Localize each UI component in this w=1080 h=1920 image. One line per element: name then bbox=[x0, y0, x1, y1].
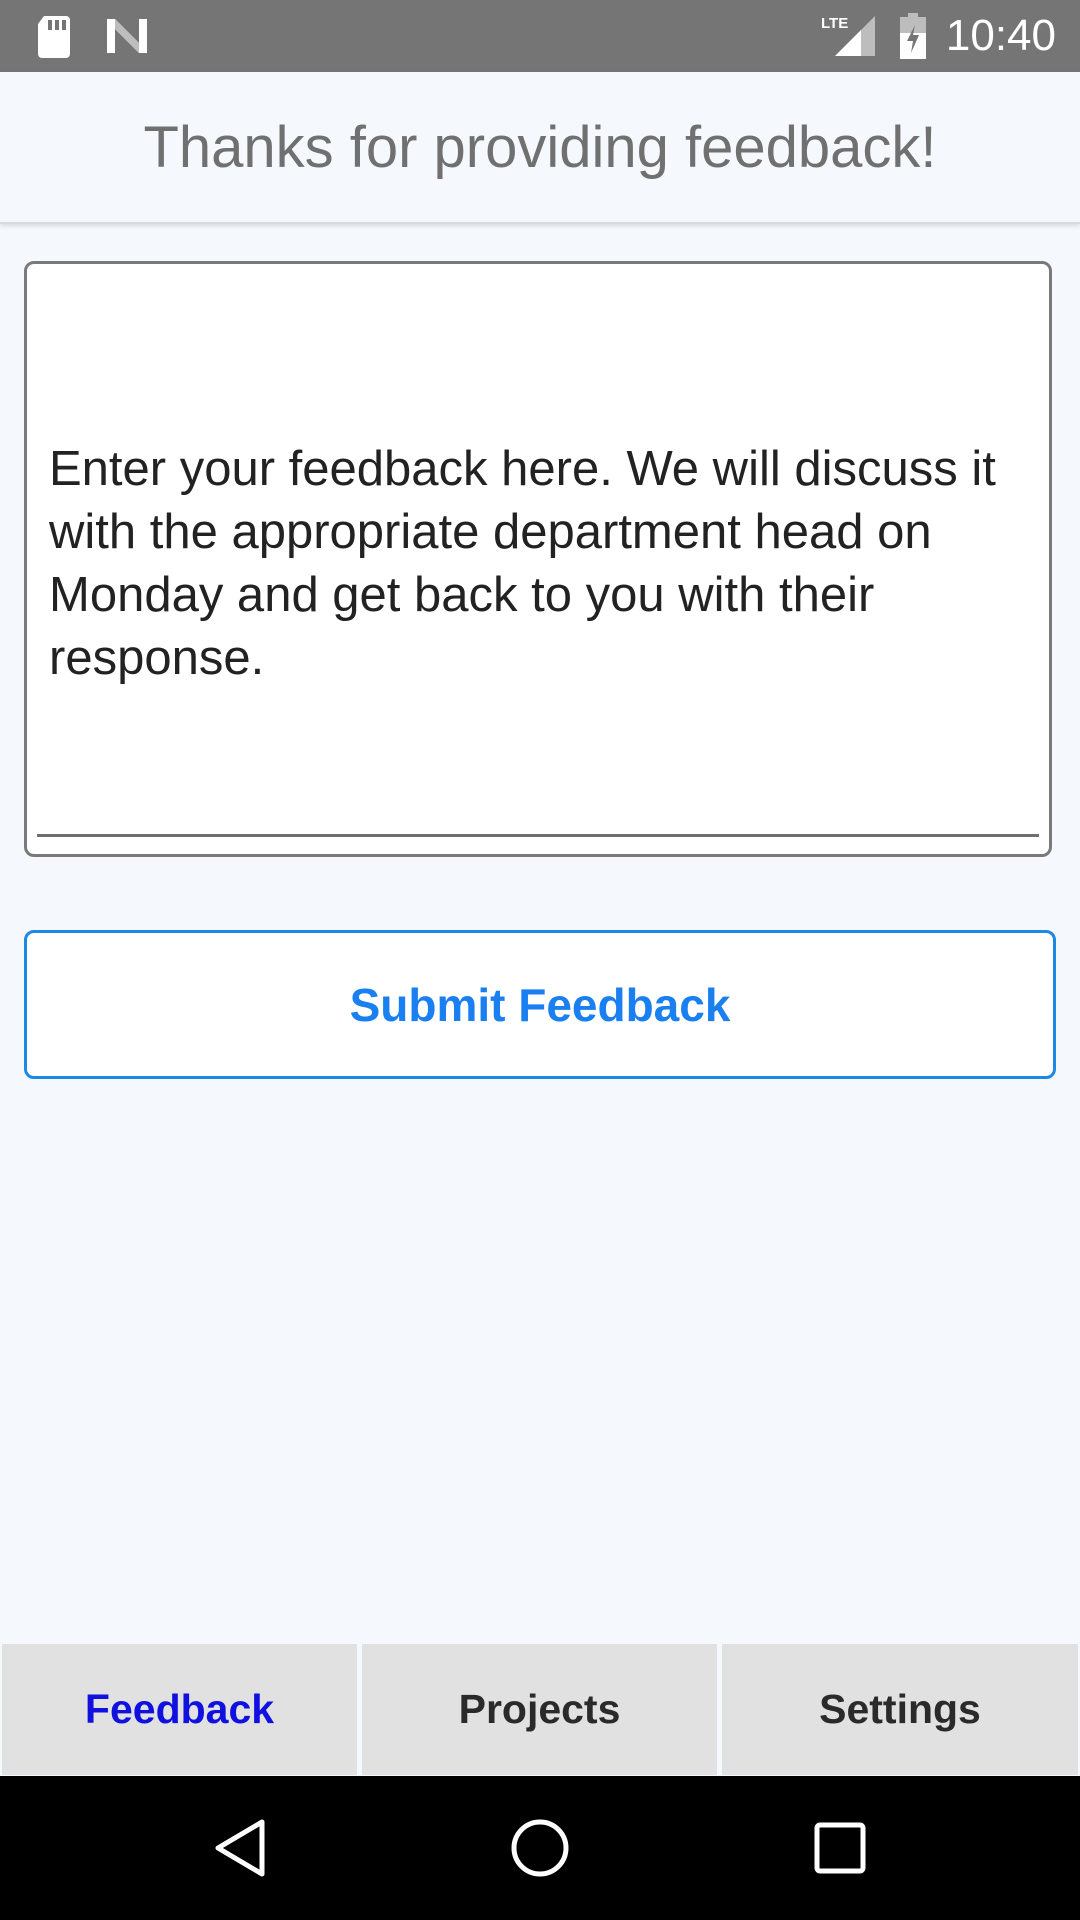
feedback-text-area[interactable]: Enter your feedback here. We will discus… bbox=[24, 261, 1052, 857]
back-icon[interactable] bbox=[160, 1776, 320, 1920]
header: Thanks for providing feedback! bbox=[0, 72, 1080, 224]
tab-projects[interactable]: Projects bbox=[362, 1644, 717, 1775]
feedback-underline bbox=[37, 834, 1039, 837]
tab-settings[interactable]: Settings bbox=[722, 1644, 1078, 1775]
recents-icon[interactable] bbox=[760, 1776, 920, 1920]
submit-feedback-button[interactable]: Submit Feedback bbox=[24, 930, 1056, 1079]
lte-signal-icon: LTE bbox=[818, 0, 878, 72]
sd-card-icon bbox=[34, 0, 74, 72]
status-time: 10:40 bbox=[945, 11, 1056, 60]
battery-charging-icon bbox=[896, 0, 930, 72]
tab-feedback[interactable]: Feedback bbox=[2, 1644, 357, 1775]
n-logo-icon bbox=[104, 0, 150, 72]
lte-label: LTE bbox=[821, 15, 848, 32]
page-title: Thanks for providing feedback! bbox=[143, 114, 937, 180]
status-bar: LTE 10:40 bbox=[0, 0, 1080, 72]
navigation-bar bbox=[0, 1776, 1080, 1920]
feedback-placeholder: Enter your feedback here. We will discus… bbox=[49, 442, 996, 685]
home-icon[interactable] bbox=[460, 1776, 620, 1920]
bottom-tab-bar: Feedback Projects Settings bbox=[0, 1644, 1080, 1775]
